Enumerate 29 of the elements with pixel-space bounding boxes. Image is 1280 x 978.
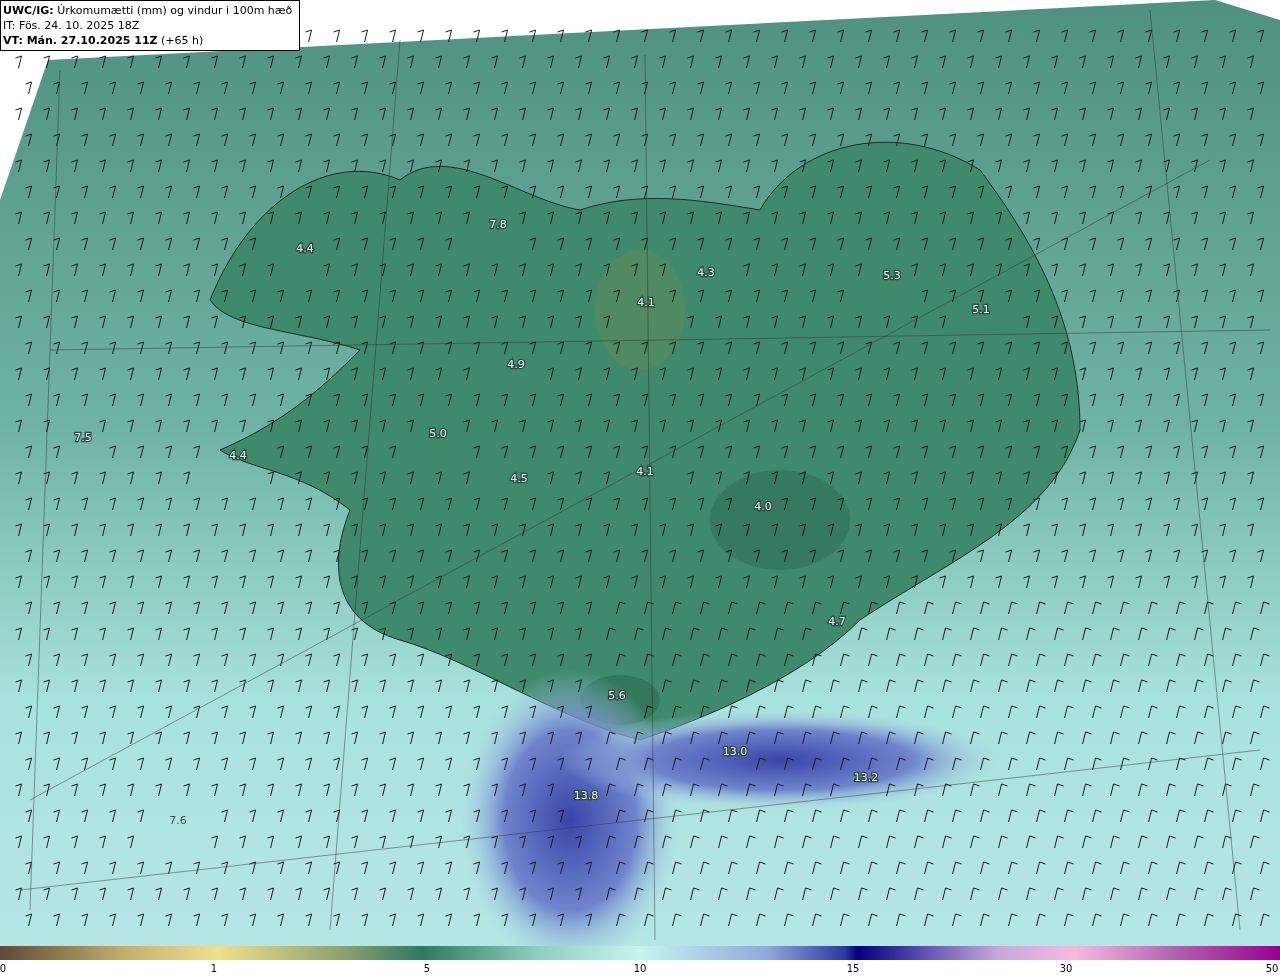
- value-label: 4.1: [637, 296, 655, 309]
- colorbar-tick-label: 5: [423, 962, 431, 976]
- colorbar-tick-label: 10: [633, 962, 647, 976]
- value-label: 5.3: [883, 269, 901, 282]
- value-label: 13.2: [853, 771, 879, 784]
- header-line: IT: Fös. 24. 10. 2025 18Z: [3, 18, 141, 33]
- colorbar-tick-label: 30: [1059, 962, 1073, 976]
- value-label: 5.0: [429, 427, 447, 440]
- value-label: 4.9: [507, 358, 525, 371]
- value-label: 5.6: [608, 689, 626, 702]
- colorbar-tick-label: 0: [0, 962, 7, 976]
- value-label: 7.8: [489, 218, 507, 231]
- header-line: VT: Mán. 27.10.2025 11Z (+65 h): [3, 33, 205, 48]
- header-line: UWC/IG: Úrkomumætti (mm) og vindur i 100m hæð: [3, 3, 294, 18]
- colorbar-tick-label: 1: [210, 962, 218, 976]
- value-label: 4.5: [510, 472, 528, 485]
- value-label: 4.3: [697, 266, 715, 279]
- value-label: 13.8: [573, 789, 599, 802]
- value-label: 13.0: [722, 745, 748, 758]
- value-label: 7.6: [169, 814, 187, 827]
- colorbar-tick-label: 15: [846, 962, 860, 976]
- value-label: 4.1: [636, 465, 654, 478]
- value-label: 4.4: [296, 242, 314, 255]
- value-label: 4.0: [754, 500, 772, 513]
- value-label: 4.7: [828, 615, 846, 628]
- colorbar-tick-label: 50: [1265, 962, 1279, 976]
- value-label: 4.4: [229, 449, 247, 462]
- value-label: 5.1: [972, 303, 990, 316]
- value-label: 7.5: [74, 431, 92, 444]
